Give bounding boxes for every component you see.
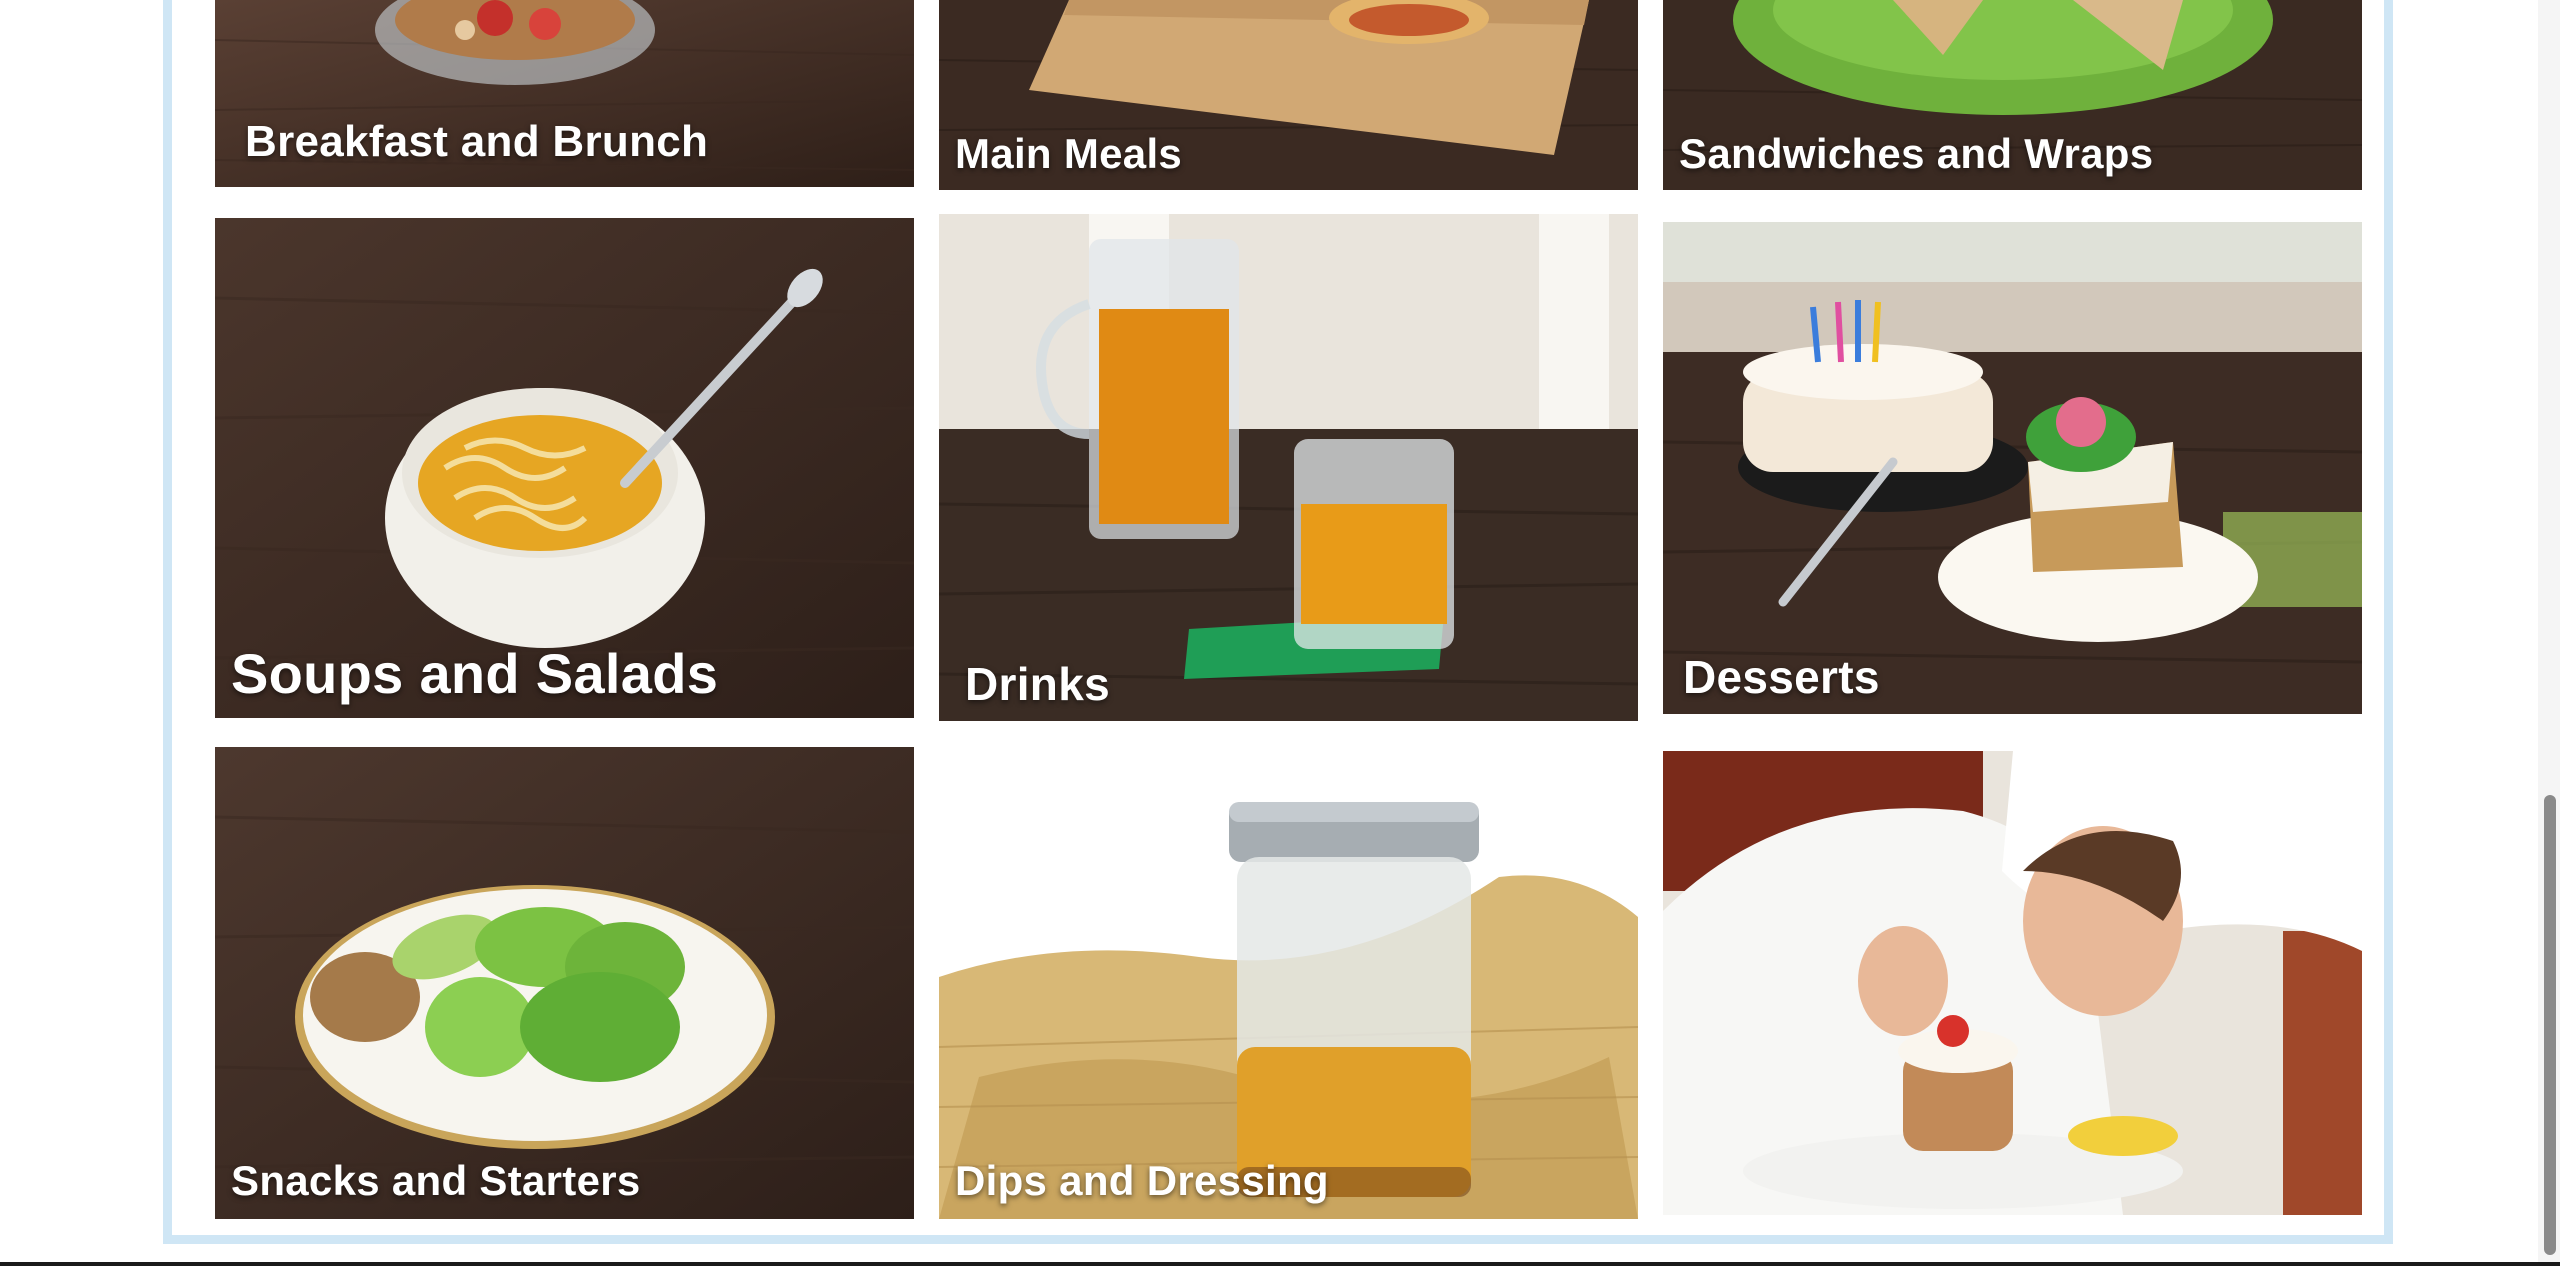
category-tile-snacks[interactable]: Snacks and Starters [215,747,914,1219]
vertical-scrollbar[interactable] [2538,0,2560,1266]
category-label: Dips and Dressing [955,1157,1329,1204]
category-label: Soups and Salads [231,642,719,705]
category-label: Snacks and Starters [231,1157,641,1204]
category-tile-sandwiches[interactable]: Sandwiches and Wraps [1663,0,2362,190]
dressing-jar-photo [939,747,1638,1219]
apple-slices-photo [215,747,914,1219]
category-tile-breakfast[interactable]: Breakfast and Brunch [215,0,914,187]
category-tile-main-meals[interactable]: Main Meals [939,0,1638,190]
birthday-cake-photo [1663,222,2362,714]
category-grid-frame: Breakfast and Brunch Main Meals Sandwich… [163,0,2393,1244]
category-label: Drinks [965,658,1110,710]
category-tile-dips[interactable]: Dips and Dressing [939,747,1638,1219]
category-label: Main Meals [955,130,1183,177]
orange-juice-photo [939,214,1638,721]
category-label: Sandwiches and Wraps [1679,130,2154,177]
category-tile-drinks[interactable]: Drinks [939,214,1638,721]
category-label: Breakfast and Brunch [245,117,709,166]
category-label: Desserts [1683,651,1880,703]
window-bottom-edge [0,1262,2560,1266]
category-tile-chef[interactable] [1663,751,2362,1215]
page: Breakfast and Brunch Main Meals Sandwich… [0,0,2560,1266]
scrollbar-thumb[interactable] [2544,795,2556,1255]
category-tile-soups[interactable]: Soups and Salads [215,218,914,718]
chef-plating-photo [1663,751,2362,1215]
category-tile-desserts[interactable]: Desserts [1663,222,2362,714]
